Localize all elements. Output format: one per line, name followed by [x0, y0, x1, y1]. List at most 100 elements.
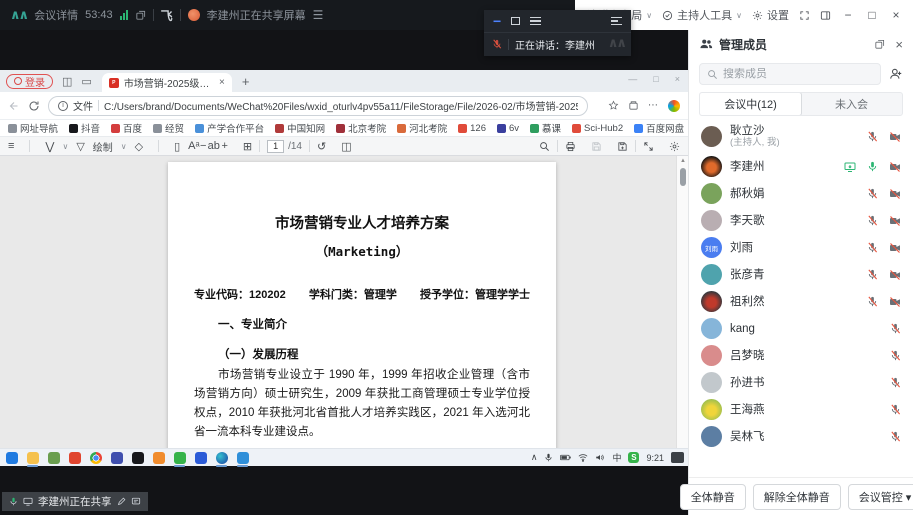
tray-volume-icon[interactable]	[595, 453, 605, 462]
rotate-icon[interactable]: ↺	[317, 140, 326, 153]
print-icon[interactable]	[565, 141, 576, 152]
mic-muted-icon[interactable]	[890, 431, 901, 442]
taskbar-start-icon[interactable]	[4, 450, 19, 465]
scrollbar-thumb[interactable]	[680, 168, 686, 186]
meeting-detail-link[interactable]: 会议详情	[34, 7, 78, 23]
camera-off-icon[interactable]	[889, 242, 901, 254]
mic-muted-icon[interactable]	[867, 188, 878, 199]
browser-menu-icon[interactable]: ⋯	[648, 100, 659, 111]
mic-muted-icon[interactable]	[867, 296, 878, 307]
camera-off-icon[interactable]	[889, 188, 901, 200]
favorite-star-icon[interactable]	[608, 100, 619, 111]
taskbar-qq-icon[interactable]	[130, 450, 145, 465]
maximize-window-button[interactable]: □	[865, 8, 879, 22]
screen-sharing-icon[interactable]	[844, 161, 856, 173]
camera-off-icon[interactable]	[889, 296, 901, 308]
bookmark-item[interactable]: 6v	[497, 123, 519, 134]
taskbar-chrome-icon[interactable]	[88, 450, 103, 465]
browser-tab-active[interactable]: P 市场营销-2025级普通本科专业教… ×	[102, 73, 232, 92]
mic-muted-icon[interactable]	[890, 350, 901, 361]
bookmark-item[interactable]: 中国知网	[275, 121, 325, 135]
panel-popout-icon[interactable]	[874, 39, 885, 50]
add-text-icon[interactable]: ▯	[174, 140, 180, 153]
sogou-ime-icon[interactable]: S	[628, 452, 639, 463]
member-row[interactable]: kang	[689, 315, 913, 342]
draw-label[interactable]: 绘制	[93, 139, 113, 154]
bookmark-item[interactable]: 经贸	[153, 121, 184, 135]
taskbar-app-red-icon[interactable]	[67, 450, 82, 465]
member-row[interactable]: 李天歌	[689, 207, 913, 234]
meeting-control-button[interactable]: 会议管控 ▾	[848, 484, 913, 510]
mic-muted-icon[interactable]	[867, 131, 878, 142]
overlay-collapse-button[interactable]	[611, 17, 622, 26]
member-row[interactable]: 吴林飞	[689, 423, 913, 450]
zoom-out-icon[interactable]: −	[200, 140, 206, 152]
expand-icon[interactable]	[643, 141, 654, 152]
taskbar-app-book-icon[interactable]	[109, 450, 124, 465]
panel-close-icon[interactable]: ×	[895, 37, 903, 52]
member-row[interactable]: 郝秋娟	[689, 180, 913, 207]
tray-battery-icon[interactable]	[560, 453, 571, 462]
menu-icon[interactable]: ☰	[313, 8, 323, 22]
page-view-icon[interactable]: ◫	[341, 140, 351, 153]
member-row[interactable]: 吕梦晓	[689, 342, 913, 369]
mic-muted-icon[interactable]	[890, 323, 901, 334]
add-member-icon[interactable]	[889, 67, 903, 81]
mute-all-button[interactable]: 全体静音	[680, 484, 746, 510]
member-row[interactable]: 祖利然	[689, 288, 913, 315]
host-tools-button[interactable]: 主持人工具∨	[662, 7, 742, 23]
taskbar-voov-meeting-icon[interactable]	[235, 450, 250, 465]
bookmark-item[interactable]: 北京考院	[336, 121, 386, 135]
read-aloud-icon[interactable]: Aᵃ	[188, 140, 199, 152]
settings-button[interactable]: 设置	[752, 7, 789, 23]
vertical-tabs-icon[interactable]: ▭	[81, 75, 91, 88]
member-row[interactable]: 刘雨刘雨	[689, 234, 913, 261]
camera-off-icon[interactable]	[889, 215, 901, 227]
copilot-icon[interactable]	[668, 100, 680, 112]
pill-pen-icon[interactable]	[117, 497, 126, 506]
minimize-window-button[interactable]: −	[841, 8, 855, 22]
bookmark-item[interactable]: Sci-Hub2	[572, 123, 623, 134]
overlay-member-list-button[interactable]	[530, 17, 541, 26]
workspaces-icon[interactable]: ◫	[62, 75, 72, 88]
bookmark-item[interactable]: 慕课	[530, 121, 561, 135]
taskbar-edge-icon[interactable]	[214, 450, 229, 465]
search-doc-icon[interactable]	[539, 141, 550, 152]
mic-on-icon[interactable]	[867, 161, 878, 172]
browser-login-button[interactable]: 登录	[6, 74, 53, 89]
close-window-button[interactable]: ×	[889, 8, 903, 22]
bookmark-item[interactable]: 百度网盘	[634, 121, 684, 135]
collections-icon[interactable]	[628, 100, 639, 111]
save-icon[interactable]	[591, 141, 602, 152]
draw-pen-icon[interactable]: ▽	[76, 140, 84, 153]
browser-window-controls[interactable]: —□×	[628, 74, 680, 84]
popout-icon[interactable]	[135, 10, 146, 21]
bookmark-item[interactable]: 126	[458, 123, 486, 134]
bookmark-item[interactable]: 河北考院	[397, 121, 447, 135]
toc-icon[interactable]: ≡	[8, 140, 14, 152]
overlay-minimize-button[interactable]: −	[493, 16, 501, 26]
tray-ime-indicator[interactable]: 中	[612, 451, 621, 464]
page-info-icon[interactable]: i	[58, 101, 68, 111]
bookmark-item[interactable]: 产学合作平台	[195, 121, 264, 135]
pill-board-icon[interactable]	[131, 497, 141, 506]
fullscreen-icon[interactable]	[799, 10, 810, 21]
pdf-settings-icon[interactable]	[669, 141, 680, 152]
mic-muted-icon[interactable]	[867, 269, 878, 280]
taskbar-word-icon[interactable]	[193, 450, 208, 465]
member-row[interactable]: 张彦青	[689, 261, 913, 288]
taskbar-file-explorer-icon[interactable]	[25, 450, 40, 465]
tray-chevron-icon[interactable]: ∧	[531, 452, 538, 463]
pdf-scrollbar[interactable]: ▲	[676, 156, 688, 448]
zoom-in-icon[interactable]: +	[221, 140, 227, 152]
bookmark-item[interactable]: 百度	[111, 121, 142, 135]
eraser-icon[interactable]: ◇	[135, 140, 143, 153]
taskbar-wechat-icon[interactable]	[172, 450, 187, 465]
save-as-icon[interactable]	[617, 141, 628, 152]
tab-in-meeting[interactable]: 会议中(12)	[699, 92, 802, 116]
tray-mic-icon[interactable]	[544, 453, 553, 462]
camera-off-icon[interactable]	[889, 269, 901, 281]
camera-off-icon[interactable]	[889, 131, 901, 143]
bookmark-item[interactable]: 网址导航	[8, 121, 58, 135]
tray-clock[interactable]: 9:21	[646, 453, 664, 463]
